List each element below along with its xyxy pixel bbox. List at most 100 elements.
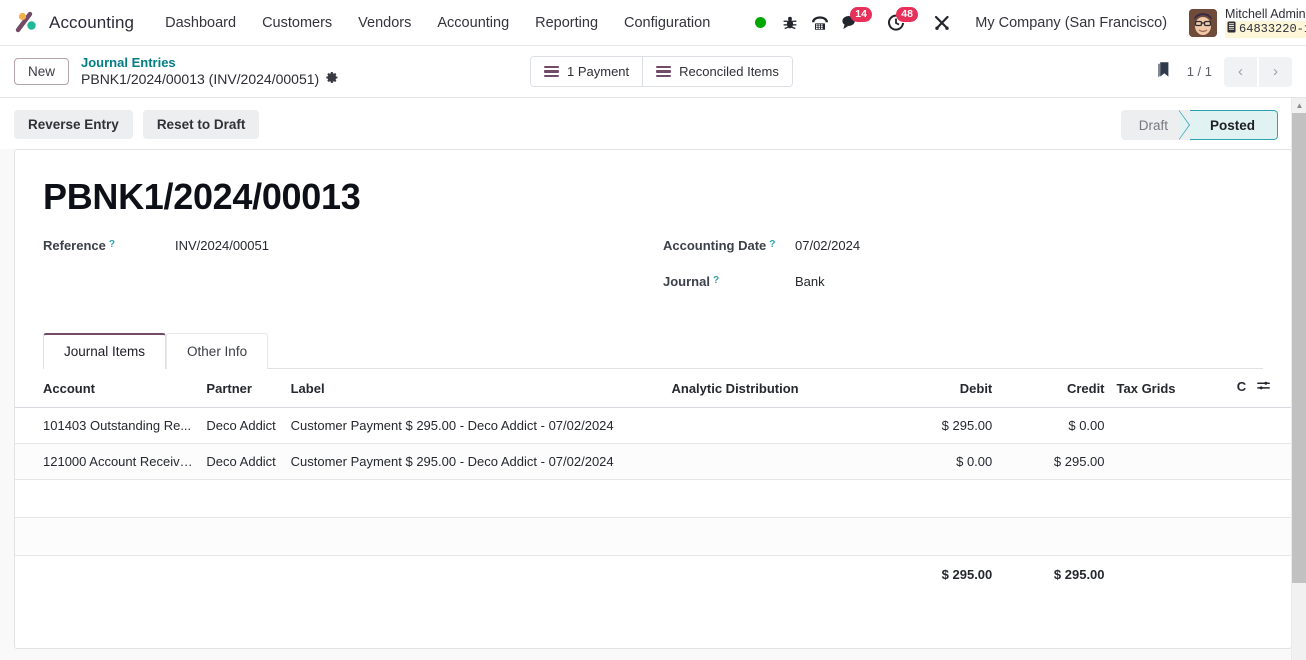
- field-accounting-date-label-text: Accounting Date: [663, 238, 767, 253]
- tab-journal-items[interactable]: Journal Items: [43, 333, 167, 369]
- column-header-tax-grids[interactable]: Tax Grids: [1110, 369, 1231, 408]
- notebook-tabs: Journal Items Other Info: [43, 332, 1263, 369]
- form-fields: Reference ? INV/2024/00051 Accounting Da…: [43, 238, 1263, 310]
- column-header-analytic-distribution[interactable]: Analytic Distribution: [665, 369, 887, 408]
- menu-item-configuration[interactable]: Configuration: [611, 9, 723, 37]
- help-icon[interactable]: ?: [109, 239, 115, 250]
- odoo-logo-icon: [14, 10, 40, 36]
- table-row[interactable]: 101403 Outstanding Re... Deco Addict Cus…: [15, 407, 1291, 444]
- field-reference: Reference ? INV/2024/00051: [43, 238, 663, 260]
- scroll-up-arrow-icon[interactable]: ▲: [1292, 98, 1306, 113]
- menu-item-vendors[interactable]: Vendors: [345, 9, 424, 37]
- form-fields-right: Accounting Date ? 07/02/2024 Journal ? B…: [663, 238, 860, 310]
- payments-stat-button[interactable]: 1 Payment: [531, 57, 643, 86]
- database-name: 64833220-17-0-all: [1239, 21, 1306, 36]
- reverse-entry-button[interactable]: Reverse Entry: [14, 110, 133, 139]
- field-journal-label-text: Journal: [663, 274, 710, 289]
- field-reference-label: Reference ?: [43, 238, 175, 253]
- bug-icon[interactable]: [775, 8, 805, 38]
- field-journal-value[interactable]: Bank: [795, 274, 825, 289]
- stat-buttons: 1 Payment Reconciled Items: [530, 56, 793, 87]
- menu-item-customers[interactable]: Customers: [249, 9, 345, 37]
- cell-label[interactable]: Customer Payment $ 295.00 - Deco Addict …: [284, 407, 666, 444]
- notebook: Journal Items Other Info Account Partner…: [15, 332, 1291, 593]
- cell-label[interactable]: Customer Payment $ 295.00 - Deco Addict …: [284, 443, 666, 480]
- form-fields-left: Reference ? INV/2024/00051: [43, 238, 663, 310]
- column-header-account[interactable]: Account: [15, 369, 201, 408]
- column-header-debit[interactable]: Debit: [886, 369, 999, 408]
- control-panel: New Journal Entries PBNK1/2024/00013 (IN…: [0, 46, 1306, 98]
- field-reference-label-text: Reference: [43, 238, 106, 253]
- field-journal-label: Journal ?: [663, 274, 795, 289]
- cell-partner[interactable]: Deco Addict: [200, 407, 285, 444]
- menu-item-dashboard[interactable]: Dashboard: [152, 9, 249, 37]
- cell-analytic[interactable]: [665, 443, 887, 480]
- column-header-label[interactable]: Label: [284, 369, 666, 408]
- column-header-optional: C: [1230, 369, 1291, 408]
- breadcrumb-journal-entries[interactable]: Journal Entries: [81, 55, 339, 71]
- user-name: Mitchell Admin: [1225, 7, 1306, 22]
- field-accounting-date-value[interactable]: 07/02/2024: [795, 238, 860, 253]
- menu-item-reporting[interactable]: Reporting: [522, 9, 611, 37]
- cell-account[interactable]: 121000 Account Receiva...: [15, 443, 201, 480]
- sliders-icon[interactable]: [1256, 379, 1271, 397]
- top-navbar: Accounting Dashboard Customers Vendors A…: [0, 0, 1306, 46]
- lines-icon: [656, 65, 672, 78]
- brand-home-link[interactable]: Accounting: [14, 10, 134, 36]
- cell-optional: [1230, 443, 1291, 480]
- cell-credit[interactable]: $ 295.00: [998, 443, 1111, 480]
- activities-clock-icon[interactable]: 48: [881, 6, 918, 38]
- company-switcher[interactable]: My Company (San Francisco): [967, 9, 1175, 37]
- help-icon[interactable]: ?: [769, 239, 775, 250]
- pager-next-button[interactable]: ›: [1259, 56, 1292, 87]
- form-viewport: Reverse Entry Reset to Draft Draft Poste…: [0, 98, 1306, 660]
- cell-partner[interactable]: Deco Addict: [200, 443, 285, 480]
- pager-value[interactable]: 1 / 1: [1187, 64, 1212, 79]
- breadcrumb: Journal Entries PBNK1/2024/00013 (INV/20…: [81, 55, 339, 89]
- cell-credit[interactable]: $ 0.00: [998, 407, 1111, 444]
- presence-dot-icon[interactable]: [745, 8, 775, 38]
- table-empty-row: [15, 517, 1291, 556]
- user-menu[interactable]: Mitchell Admin 64833220-17-0-all: [1189, 7, 1306, 38]
- reset-to-draft-button[interactable]: Reset to Draft: [142, 110, 260, 139]
- menu-item-accounting[interactable]: Accounting: [424, 9, 522, 37]
- systray: 14 48: [745, 6, 957, 38]
- field-accounting-date-label: Accounting Date ?: [663, 238, 795, 253]
- status-posted[interactable]: Posted: [1178, 110, 1278, 140]
- column-header-credit[interactable]: Credit: [998, 369, 1111, 408]
- field-journal: Journal ? Bank: [663, 274, 860, 296]
- phone-icon[interactable]: [805, 8, 835, 38]
- vertical-scrollbar[interactable]: ▲: [1291, 98, 1306, 660]
- brand-title: Accounting: [49, 12, 135, 32]
- total-credit: $ 295.00: [998, 555, 1111, 593]
- form-sheet: PBNK1/2024/00013 Reference ? INV/2024/00…: [14, 149, 1292, 649]
- bookmark-icon[interactable]: [1153, 59, 1175, 84]
- field-accounting-date: Accounting Date ? 07/02/2024: [663, 238, 860, 260]
- cell-tax-grids[interactable]: [1110, 407, 1231, 444]
- table-row[interactable]: 121000 Account Receiva... Deco Addict Cu…: [15, 443, 1291, 480]
- column-header-cut-label: C: [1236, 379, 1247, 394]
- cell-debit[interactable]: $ 295.00: [886, 407, 999, 444]
- statusbar-row: Reverse Entry Reset to Draft Draft Poste…: [0, 98, 1306, 149]
- new-button[interactable]: New: [14, 58, 70, 85]
- cell-tax-grids[interactable]: [1110, 443, 1231, 480]
- tools-icon[interactable]: [927, 8, 957, 38]
- tab-other-info[interactable]: Other Info: [166, 333, 269, 369]
- cell-account[interactable]: 101403 Outstanding Re...: [15, 407, 201, 444]
- reconciled-items-stat-label: Reconciled Items: [679, 64, 779, 79]
- messages-icon[interactable]: 14: [835, 6, 872, 38]
- journal-items-table: Account Partner Label Analytic Distribut…: [15, 369, 1291, 593]
- pager-previous-button[interactable]: ‹: [1224, 56, 1257, 87]
- breadcrumb-current-label: PBNK1/2024/00013 (INV/2024/00051): [81, 70, 320, 87]
- page-title: PBNK1/2024/00013: [43, 176, 361, 217]
- reconciled-items-stat-button[interactable]: Reconciled Items: [642, 57, 792, 86]
- gear-icon[interactable]: [326, 71, 339, 88]
- vertical-scroll-thumb[interactable]: [1292, 113, 1306, 583]
- main-menu: Dashboard Customers Vendors Accounting R…: [152, 9, 723, 37]
- field-reference-value[interactable]: INV/2024/00051: [175, 238, 269, 253]
- cell-debit[interactable]: $ 0.00: [886, 443, 999, 480]
- column-header-partner[interactable]: Partner: [200, 369, 285, 408]
- help-icon[interactable]: ?: [713, 275, 719, 286]
- database-indicator: 64833220-17-0-all: [1225, 21, 1306, 38]
- cell-analytic[interactable]: [665, 407, 887, 444]
